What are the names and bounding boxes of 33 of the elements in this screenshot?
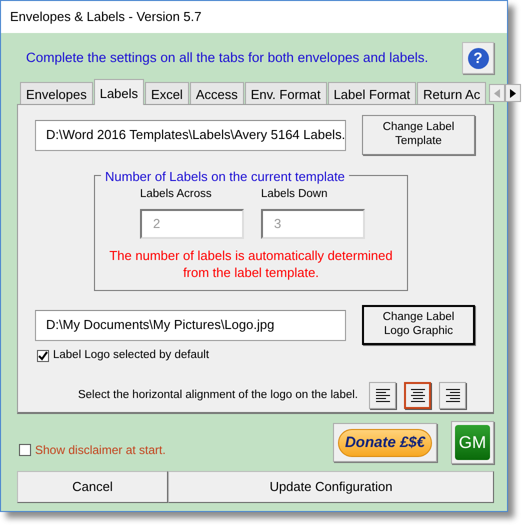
cancel-button[interactable]: Cancel bbox=[17, 471, 168, 503]
align-center-icon bbox=[410, 389, 424, 402]
checkbox-label: Label Logo selected by default bbox=[53, 348, 210, 364]
gm-button[interactable]: GM bbox=[451, 421, 494, 464]
alignment-button[interactable] bbox=[404, 382, 431, 410]
disclaimer-checkbox[interactable] bbox=[19, 444, 31, 456]
tab[interactable]: Label Format bbox=[328, 82, 416, 104]
tab[interactable]: Labels bbox=[94, 79, 144, 105]
tab[interactable]: Access bbox=[190, 82, 244, 104]
scroll-right-icon[interactable] bbox=[505, 84, 522, 102]
note-text: The number of labels is automatically determined from the label template. bbox=[108, 248, 394, 282]
checkbox-label: Show disclaimer at start. bbox=[35, 442, 166, 458]
alignment-button[interactable] bbox=[369, 382, 396, 410]
instruction-text: Complete the settings on all the tabs for both envelopes and labels. bbox=[25, 48, 428, 67]
alignment-label: Select the horizontal alignment of the logo on the label. bbox=[78, 388, 358, 404]
change-template-button[interactable]: Change Label Template bbox=[362, 115, 475, 155]
field-label: Labels Across bbox=[140, 187, 213, 202]
file-path-field[interactable]: D:\My Documents\My Pictures\Logo.jpg bbox=[35, 310, 346, 341]
tab[interactable]: Envelopes bbox=[20, 82, 93, 104]
tab[interactable]: Return Ac bbox=[417, 82, 486, 104]
update-button[interactable]: Update Configuration bbox=[168, 471, 494, 503]
window-title: Envelopes & Labels - Version 5.7 bbox=[1, 1, 507, 33]
tab[interactable]: Env. Format bbox=[244, 82, 327, 104]
help-button[interactable]: ? bbox=[462, 42, 494, 74]
field-label: Labels Down bbox=[261, 187, 328, 202]
logo-checkbox[interactable] bbox=[37, 350, 49, 362]
align-right-icon bbox=[446, 389, 460, 402]
tab[interactable]: Excel bbox=[145, 82, 189, 104]
change-logo-button[interactable]: Change Label Logo Graphic bbox=[362, 305, 475, 346]
donate-button[interactable]: Donate £$€ bbox=[333, 423, 437, 462]
align-left-icon bbox=[376, 389, 390, 402]
file-path-field[interactable]: D:\Word 2016 Templates\Labels\Avery 5164 Labels. bbox=[35, 120, 346, 150]
alignment-button[interactable] bbox=[439, 382, 466, 410]
